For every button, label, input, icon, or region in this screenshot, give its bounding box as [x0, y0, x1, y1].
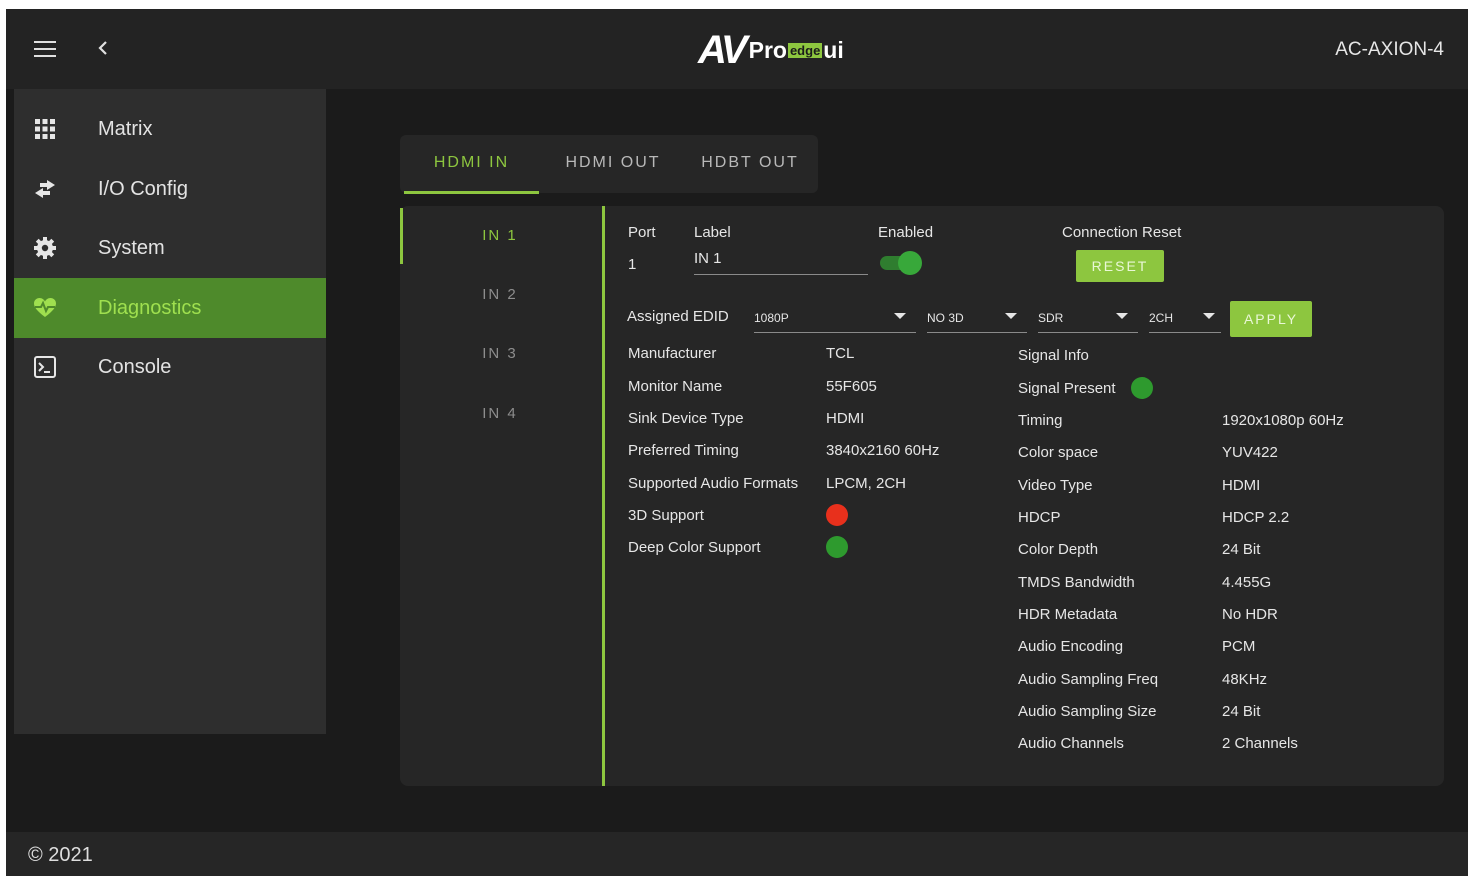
input-item-in3[interactable]: IN 3 — [400, 326, 600, 382]
sink-label: Manufacturer — [628, 345, 717, 362]
footer: © 2021 — [6, 832, 1468, 876]
sink-value: 55F605 — [826, 378, 877, 395]
signal-value: 24 Bit — [1222, 703, 1261, 720]
enabled-header: Enabled — [878, 224, 934, 241]
enabled-toggle[interactable] — [878, 251, 922, 275]
signal-value: PCM — [1222, 638, 1256, 655]
signal-present-status-dot — [1131, 377, 1153, 399]
sink-label: Monitor Name — [628, 378, 723, 395]
select-underline — [927, 332, 1027, 333]
signal-value: 24 Bit — [1222, 541, 1261, 558]
label-field-underline — [694, 274, 868, 275]
sink-value: LPCM, 2CH — [826, 475, 907, 492]
panel-divider — [602, 206, 605, 786]
signal-label: Timing — [1018, 412, 1063, 429]
select-underline — [754, 332, 916, 333]
edid-resolution-select[interactable]: 1080P — [754, 311, 789, 325]
apply-button[interactable]: APPLY — [1230, 301, 1312, 337]
sidebar-item-io-config[interactable]: I/O Config — [14, 159, 326, 219]
sidebar-item-label: Matrix — [98, 117, 153, 140]
input-item-in2[interactable]: IN 2 — [400, 267, 600, 323]
reset-button[interactable]: RESET — [1076, 250, 1164, 282]
signal-value: 48KHz — [1222, 671, 1268, 688]
signal-label: TMDS Bandwidth — [1018, 574, 1135, 591]
chevron-down-icon[interactable] — [894, 313, 906, 319]
chevron-down-icon[interactable] — [1116, 313, 1128, 319]
signal-label: HDR Metadata — [1018, 606, 1118, 623]
sidebar-item-diagnostics[interactable]: Diagnostics — [14, 278, 326, 338]
connection-reset-header: Connection Reset — [1062, 224, 1182, 241]
gear-icon — [34, 237, 56, 259]
signal-present-label: Signal Present — [1018, 380, 1116, 397]
select-underline — [1038, 332, 1138, 333]
app-window: AV Pro edge ui AC-AXION-4 Matrix I/O Con… — [6, 9, 1468, 876]
tab-hdmi-out[interactable]: HDMI OUT — [548, 135, 678, 193]
copyright-text: © 2021 — [28, 844, 93, 866]
input-item-in1[interactable]: IN 1 — [400, 208, 600, 264]
toggle-knob — [898, 251, 922, 275]
signal-label: Audio Channels — [1018, 735, 1124, 752]
sink-value: HDMI — [826, 410, 865, 427]
sink-value: 3840x2160 60Hz — [826, 442, 940, 459]
heartbeat-icon — [34, 298, 56, 317]
signal-label: Audio Encoding — [1018, 638, 1124, 655]
sidebar-item-label: Console — [98, 355, 172, 378]
sink-label: Deep Color Support — [628, 539, 761, 556]
device-model: AC-AXION-4 — [1335, 39, 1444, 60]
diagnostics-panel: IN 1 IN 2 IN 3 IN 4 Port 1 Label IN 1 En… — [400, 206, 1444, 786]
grid-icon — [35, 119, 55, 139]
input-list: IN 1 IN 2 IN 3 IN 4 — [400, 206, 602, 786]
logo: AV Pro edge ui — [698, 27, 844, 72]
signal-label: Color Depth — [1018, 541, 1099, 558]
port-header: Port — [628, 224, 656, 241]
chevron-down-icon[interactable] — [1005, 313, 1017, 319]
edid-hdr-select[interactable]: SDR — [1038, 311, 1063, 325]
3d-support-status-dot — [826, 504, 848, 526]
label-field[interactable]: IN 1 — [694, 250, 722, 267]
signal-value: 1920x1080p 60Hz — [1222, 412, 1344, 429]
active-tab-indicator — [404, 191, 539, 194]
top-bar: AV Pro edge ui AC-AXION-4 — [6, 9, 1468, 89]
terminal-icon — [34, 356, 56, 378]
input-item-in4[interactable]: IN 4 — [400, 386, 600, 442]
signal-value: YUV422 — [1222, 444, 1278, 461]
sink-label: Sink Device Type — [628, 410, 744, 427]
sidebar-item-system[interactable]: System — [14, 218, 326, 278]
signal-info-title: Signal Info — [1018, 347, 1089, 364]
signal-value: 2 Channels — [1222, 735, 1298, 752]
signal-value: No HDR — [1222, 606, 1278, 623]
signal-value: 4.455G — [1222, 574, 1272, 591]
signal-label: HDCP — [1018, 509, 1061, 526]
sidebar-item-console[interactable]: Console — [14, 337, 326, 397]
sidebar-item-label: Diagnostics — [98, 296, 202, 319]
sink-value: TCL — [826, 345, 855, 362]
signal-label: Audio Sampling Freq — [1018, 671, 1159, 688]
signal-value: HDMI — [1222, 477, 1261, 494]
sidebar-item-label: System — [98, 236, 165, 259]
sidebar-item-label: I/O Config — [98, 177, 189, 200]
sidebar: Matrix I/O Config System Diagnostics Con… — [14, 89, 326, 734]
deep-color-status-dot — [826, 536, 848, 558]
chevron-down-icon[interactable] — [1203, 313, 1215, 319]
tab-bar: HDMI IN HDMI OUT HDBT OUT — [400, 135, 818, 193]
edid-audio-select[interactable]: 2CH — [1149, 311, 1173, 325]
menu-icon[interactable] — [34, 41, 56, 57]
swap-arrows-icon — [35, 180, 55, 198]
tab-hdbt-out[interactable]: HDBT OUT — [686, 135, 814, 193]
signal-label: Audio Sampling Size — [1018, 703, 1157, 720]
label-header: Label — [694, 224, 731, 241]
signal-value: HDCP 2.2 — [1222, 509, 1290, 526]
sink-label: 3D Support — [628, 507, 704, 524]
signal-label: Video Type — [1018, 477, 1093, 494]
sink-label: Preferred Timing — [628, 442, 739, 459]
port-value: 1 — [628, 256, 637, 273]
assigned-edid-label: Assigned EDID — [627, 308, 729, 325]
sidebar-item-matrix[interactable]: Matrix — [14, 99, 326, 159]
back-icon[interactable] — [96, 37, 110, 59]
sink-label: Supported Audio Formats — [628, 475, 799, 492]
edid-3d-select[interactable]: NO 3D — [927, 311, 964, 325]
select-underline — [1149, 332, 1221, 333]
signal-label: Color space — [1018, 444, 1099, 461]
tab-hdmi-in[interactable]: HDMI IN — [404, 135, 539, 193]
